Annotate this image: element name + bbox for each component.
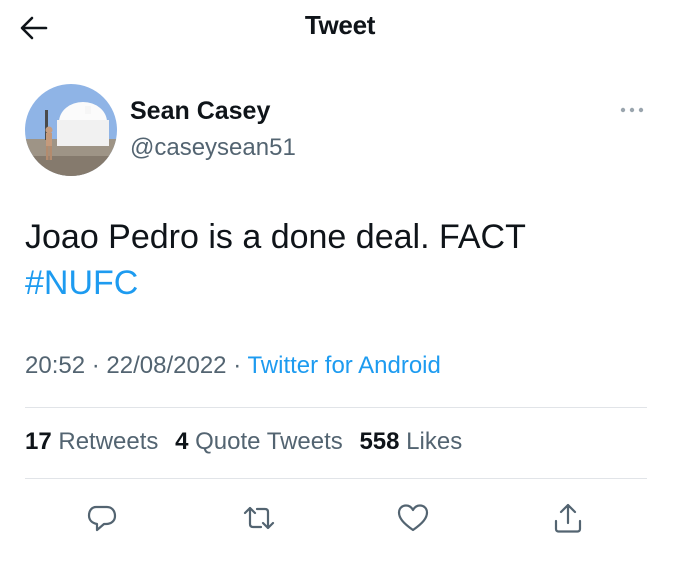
like-button[interactable]: [391, 496, 435, 540]
author-name[interactable]: Sean Casey: [130, 97, 270, 126]
more-button[interactable]: [612, 98, 652, 122]
quotes-count: 4: [175, 428, 189, 455]
author-handle[interactable]: @caseysean51: [130, 134, 296, 162]
tweet-time: 20:52: [25, 352, 86, 379]
quotes-label: Quote Tweets: [195, 428, 343, 455]
reply-icon: [87, 505, 117, 532]
likes-stat[interactable]: 558 Likes: [359, 428, 462, 455]
more-icon: [620, 107, 644, 113]
retweets-stat[interactable]: 17 Retweets: [25, 428, 158, 455]
tweet-date: 22/08/2022: [106, 352, 227, 379]
tweet-body: Joao Pedro is a done deal. FACT: [25, 218, 526, 256]
meta-separator: ·: [233, 352, 242, 379]
tweet-source-link[interactable]: Twitter for Android: [247, 352, 440, 379]
top-bar: Tweet: [0, 0, 680, 56]
like-icon: [397, 504, 429, 532]
share-button[interactable]: [546, 496, 590, 540]
retweet-icon: [243, 506, 275, 530]
likes-count: 558: [359, 428, 400, 455]
divider: [25, 478, 647, 479]
page-title: Tweet: [304, 10, 376, 40]
tweet-meta: 20:52 · 22/08/2022 · Twitter for Android: [25, 352, 441, 380]
tweet-text: Joao Pedro is a done deal. FACT #NUFC: [25, 214, 645, 306]
avatar[interactable]: [25, 84, 117, 176]
share-icon: [554, 503, 582, 533]
meta-separator: ·: [91, 352, 100, 379]
likes-label: Likes: [406, 428, 463, 455]
hashtag-link[interactable]: #NUFC: [25, 260, 645, 306]
divider: [25, 407, 647, 408]
action-bar: [0, 496, 680, 540]
retweets-label: Retweets: [58, 428, 159, 455]
retweets-count: 17: [25, 428, 52, 455]
quote-tweets-stat[interactable]: 4 Quote Tweets: [175, 428, 343, 455]
tweet-stats: 17 Retweets 4 Quote Tweets 558 Likes: [25, 428, 472, 456]
retweet-button[interactable]: [237, 496, 281, 540]
reply-button[interactable]: [80, 496, 124, 540]
